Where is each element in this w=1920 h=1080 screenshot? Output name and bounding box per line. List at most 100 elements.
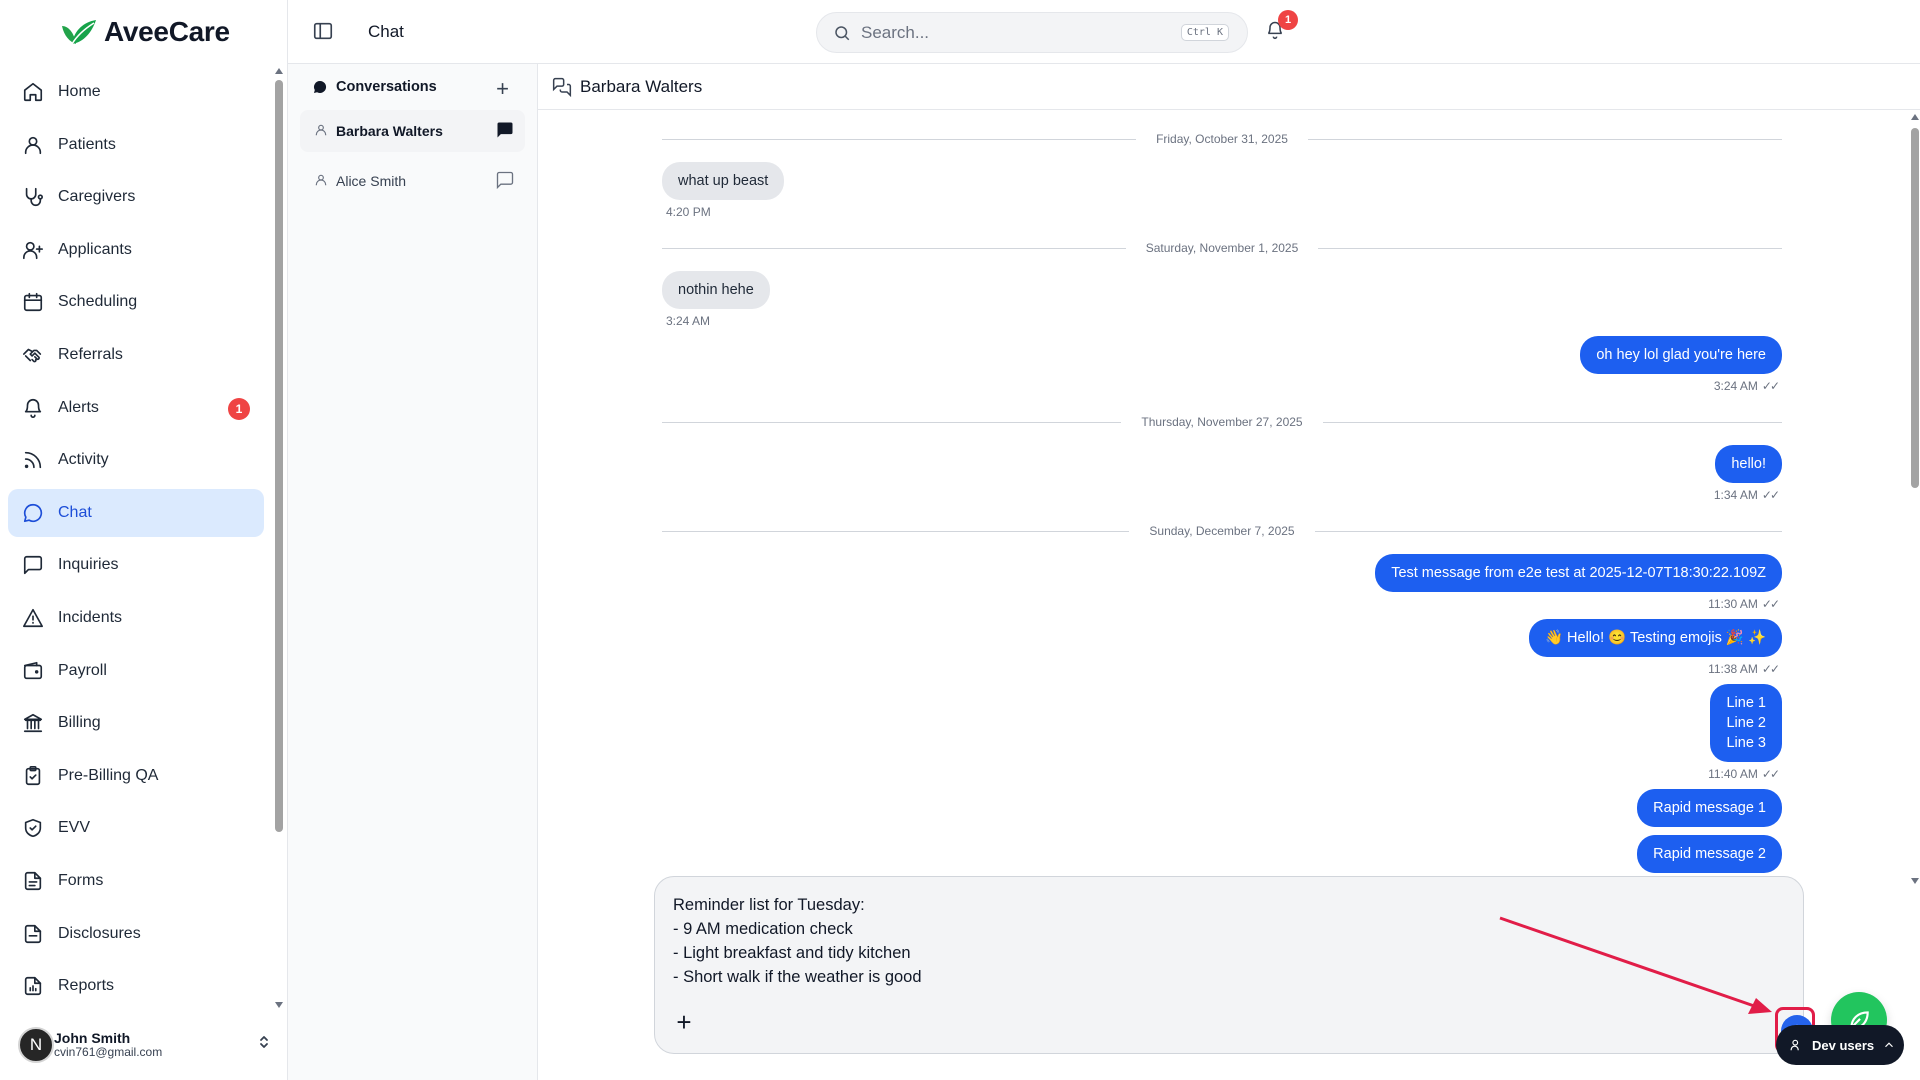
outgoing-message: Rapid message 2	[662, 835, 1782, 873]
sidebar-item-patients[interactable]: Patients	[8, 121, 264, 169]
message-timestamp: 11:40 AM	[1708, 767, 1758, 781]
top-header: Chat Search... Ctrl K 1	[288, 0, 1920, 64]
message-bubble[interactable]: Line 1 Line 2 Line 3	[1710, 684, 1782, 762]
sidebar-item-label: Activity	[58, 451, 109, 469]
sidebar-item-inquiries[interactable]: Inquiries	[8, 541, 264, 589]
sidebar-item-billing[interactable]: Billing	[8, 699, 264, 747]
handshake-icon	[23, 348, 42, 363]
dev-users-button[interactable]: Dev users	[1776, 1025, 1904, 1065]
message-input[interactable]: Reminder list for Tuesday: - 9 AM medica…	[673, 893, 1673, 1003]
date-label: Saturday, November 1, 2025	[1125, 241, 1319, 255]
user-icon	[314, 123, 328, 140]
alert-triangle-icon	[23, 608, 43, 628]
date-separator: Sunday, December 7, 2025	[662, 516, 1782, 546]
user-meta: John Smith cvin761@gmail.com	[54, 1030, 162, 1060]
conversation-name: Barbara Walters	[336, 123, 443, 139]
message-bubble[interactable]: what up beast	[662, 162, 785, 200]
attach-button[interactable]: +	[669, 1007, 699, 1037]
chat-header: Barbara Walters	[538, 64, 1920, 110]
outgoing-message: 👋 Hello! 😊 Testing emojis 🎉 ✨ 11:38 AM ✓✓	[662, 619, 1782, 676]
sidebar-item-label: Pre-Billing QA	[58, 766, 159, 784]
sidebar-scrollbar[interactable]	[275, 68, 283, 1008]
outgoing-message: oh hey lol glad you're here 3:24 AM ✓✓	[662, 336, 1782, 393]
message-list[interactable]: Friday, October 31, 2025 what up beast 4:2…	[662, 110, 1782, 934]
scroll-up-arrow[interactable]	[1911, 114, 1919, 120]
sidebar-item-scheduling[interactable]: Scheduling	[8, 278, 264, 326]
conversation-item[interactable]: Barbara Walters	[300, 110, 525, 152]
conversation-item[interactable]: Alice Smith	[300, 160, 525, 202]
search-input[interactable]: Search... Ctrl K	[816, 12, 1248, 53]
message-bubble[interactable]: 👋 Hello! 😊 Testing emojis 🎉 ✨	[1528, 619, 1782, 657]
user-name: John Smith	[54, 1030, 131, 1047]
chevrons-up-down-icon	[258, 1034, 270, 1053]
message-timestamp: 3:24 AM	[666, 314, 711, 328]
message-circle-filled-icon	[313, 80, 327, 93]
file-text-icon	[24, 871, 42, 890]
sidebar-item-home[interactable]: Home	[8, 68, 264, 116]
sidebar-toggle-icon[interactable]	[312, 20, 334, 42]
message-composer: Reminder list for Tuesday: - 9 AM medica…	[654, 876, 1815, 1054]
message-bubble[interactable]: Rapid message 1	[1637, 789, 1782, 827]
sidebar-item-label: Reports	[58, 977, 115, 995]
dev-users-label: Dev users	[1812, 1037, 1875, 1053]
message-bubble[interactable]: oh hey lol glad you're here	[1580, 336, 1782, 374]
sidebar-item-label: Billing	[58, 714, 101, 732]
home-icon	[23, 82, 43, 102]
conversation-name: Alice Smith	[336, 173, 407, 189]
sidebar-item-pre-billing-qa[interactable]: Pre-Billing QA	[8, 752, 264, 800]
conversations-title: Conversations	[336, 79, 437, 95]
message-bubble[interactable]: Rapid message 2	[1637, 835, 1782, 873]
message-bubble[interactable]: nothin hehe	[662, 271, 770, 309]
notification-badge: 1	[1278, 10, 1298, 30]
message-time: 11:38 AM ✓✓	[1704, 662, 1782, 676]
scroll-down-arrow[interactable]	[275, 1002, 283, 1008]
users-icon	[1790, 1039, 1799, 1051]
sidebar-item-evv[interactable]: EVV	[8, 804, 264, 852]
scroll-thumb[interactable]	[1911, 128, 1919, 488]
sidebar-item-forms[interactable]: Forms	[8, 857, 264, 905]
message-square-icon	[495, 170, 515, 190]
sidebar-item-referrals[interactable]: Referrals	[8, 331, 264, 379]
sidebar-item-activity[interactable]: Activity	[8, 436, 264, 484]
sidebar-item-alerts[interactable]: Alerts 1	[8, 384, 264, 432]
sidebar-item-payroll[interactable]: Payroll	[8, 647, 264, 695]
message-time: 3:24 AM ✓✓	[1710, 379, 1782, 393]
message-time: 1:34 AM ✓✓	[1710, 488, 1782, 502]
chat-scrollbar[interactable]	[1910, 114, 1920, 884]
read-receipt-icon: ✓✓	[1761, 488, 1780, 502]
scroll-up-arrow[interactable]	[275, 68, 283, 74]
sidebar-item-label: Inquiries	[58, 556, 119, 574]
sidebar-item-disclosures[interactable]: Disclosures	[8, 910, 264, 958]
sidebar-item-incidents[interactable]: Incidents	[8, 594, 264, 642]
new-conversation-button[interactable]: +	[496, 76, 509, 102]
brand-logo[interactable]: AveeCare	[0, 0, 287, 64]
message-bubble[interactable]: Test message from e2e test at 2025-12-07…	[1375, 554, 1782, 592]
message-bubble[interactable]: hello!	[1715, 445, 1782, 483]
sidebar-item-label: Referrals	[58, 345, 123, 363]
scroll-thumb[interactable]	[275, 80, 283, 832]
sidebar-item-caregivers[interactable]: Caregivers	[8, 173, 264, 221]
sidebar-item-applicants[interactable]: Applicants	[8, 226, 264, 274]
search-placeholder: Search...	[861, 22, 930, 42]
sidebar-item-reports[interactable]: Reports	[8, 962, 264, 1010]
message-square-icon	[23, 556, 43, 575]
sidebar-item-label: Forms	[58, 871, 104, 889]
incoming-message: nothin hehe 3:24 AM	[662, 271, 1782, 328]
message-time: 3:24 AM	[662, 314, 714, 328]
user-menu[interactable]: N John Smith cvin761@gmail.com	[18, 1022, 278, 1068]
page-title: Chat	[368, 22, 404, 41]
sidebar-item-label: Incidents	[58, 608, 123, 626]
message-timestamp: 3:24 AM	[1713, 379, 1758, 393]
sidebar: AveeCare Home Patients Caregivers Applicant…	[0, 0, 288, 1080]
search-shortcut: Ctrl K	[1180, 24, 1229, 41]
calendar-icon	[23, 293, 43, 312]
read-receipt-icon: ✓✓	[1761, 597, 1780, 611]
sidebar-item-chat[interactable]: Chat	[8, 488, 264, 537]
landmark-icon	[23, 714, 43, 733]
outgoing-message: Line 1 Line 2 Line 3 11:40 AM ✓✓	[662, 684, 1782, 781]
sidebar-item-label: Applicants	[58, 240, 132, 258]
scroll-down-arrow[interactable]	[1911, 878, 1919, 884]
outgoing-message: Rapid message 1	[662, 789, 1782, 827]
user-icon	[24, 136, 42, 154]
chat-contact-name: Barbara Walters	[580, 76, 703, 96]
